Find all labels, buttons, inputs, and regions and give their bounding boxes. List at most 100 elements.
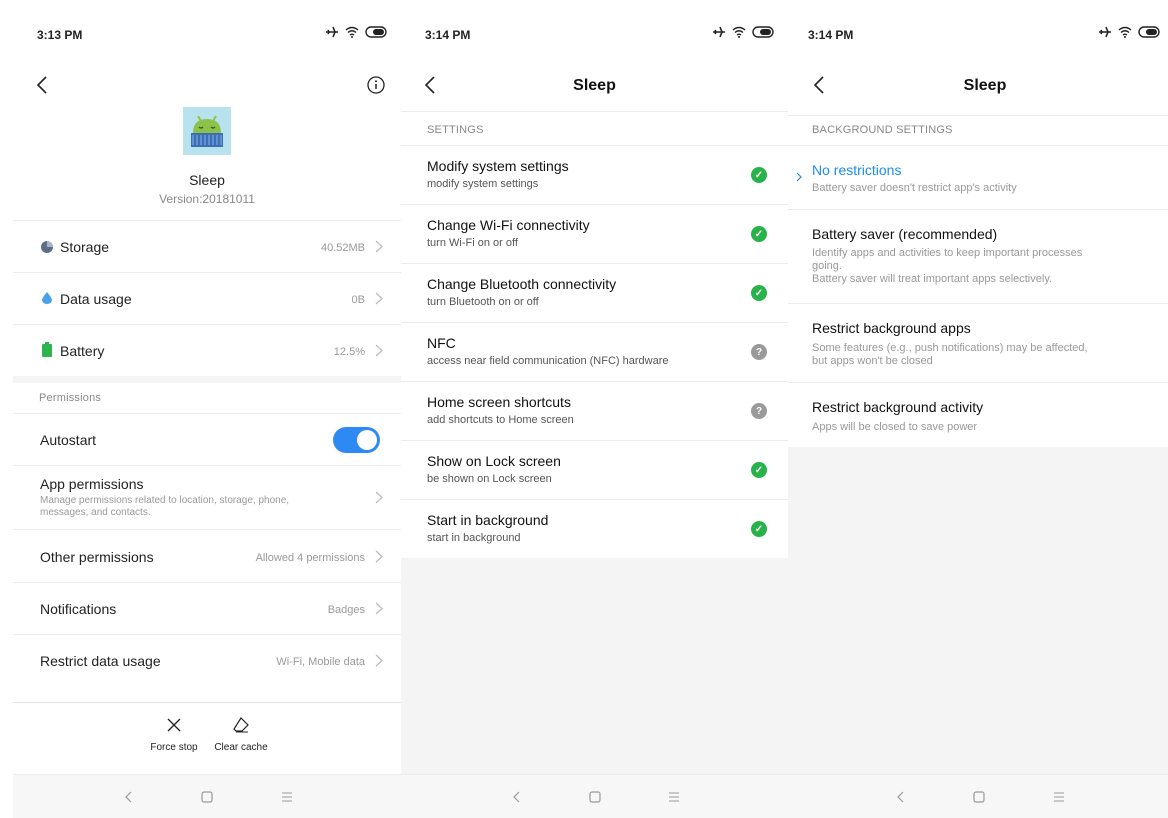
permission-item[interactable]: Show on Lock screen be shown on Lock scr…: [401, 441, 788, 499]
status-icons: [325, 26, 387, 38]
wifi-icon: [345, 26, 359, 38]
battery-icon: [42, 342, 52, 357]
data-usage-value: 0B: [351, 294, 365, 306]
info-button[interactable]: [361, 70, 391, 100]
permission-title: Home screen shortcuts: [427, 394, 571, 410]
section-header: SETTINGS: [427, 124, 484, 136]
clear-cache-button[interactable]: Clear cache: [209, 717, 273, 753]
allowed-check-icon[interactable]: ✓: [751, 226, 767, 242]
nav-back-icon: [897, 791, 904, 803]
permission-item[interactable]: Home screen shortcuts add shortcuts to H…: [401, 382, 788, 440]
autostart-row: Autostart: [13, 414, 401, 465]
top-bar: Sleep: [401, 64, 788, 112]
app-name: Sleep: [189, 172, 225, 188]
divider: [13, 702, 401, 703]
status-time: 3:13 PM: [37, 28, 83, 42]
permission-item[interactable]: Change Wi-Fi connectivity turn Wi-Fi on …: [401, 205, 788, 263]
chevron-right-icon: [375, 292, 383, 305]
allowed-check-icon[interactable]: ✓: [751, 521, 767, 537]
option-title: No restrictions: [812, 162, 902, 178]
wifi-icon: [732, 26, 746, 38]
battery-label: Battery: [60, 343, 105, 359]
autostart-label: Autostart: [40, 432, 97, 448]
airplane-mode-icon: [713, 26, 725, 38]
status-icons: [712, 26, 774, 38]
permission-subtitle: turn Bluetooth on or off: [427, 296, 539, 308]
permission-subtitle: add shortcuts to Home screen: [427, 414, 574, 426]
settings-permissions-screen: 3:14 PM Sleep SETTINGS Modify system set…: [401, 12, 788, 818]
data-usage-row[interactable]: Data usage 0B: [13, 273, 401, 324]
option-restrict-background-activity[interactable]: Restrict background activity Apps will b…: [788, 383, 1168, 447]
nav-home-button[interactable]: [197, 787, 217, 807]
status-bar: 3:13 PM: [13, 12, 401, 56]
section-header: BACKGROUND SETTINGS: [812, 124, 953, 136]
nav-menu-icon: [1054, 792, 1064, 802]
top-bar: [13, 64, 401, 112]
allowed-check-icon[interactable]: ✓: [751, 462, 767, 478]
restrict-data-label: Restrict data usage: [40, 653, 161, 669]
nav-home-button[interactable]: [969, 787, 989, 807]
nav-back-icon: [125, 791, 132, 803]
nav-home-icon: [201, 791, 213, 803]
nav-back-button[interactable]: [506, 787, 526, 807]
divider: [788, 115, 1168, 116]
empty-area: [788, 447, 1168, 774]
permissions-header: Permissions: [39, 392, 102, 404]
other-permissions-row[interactable]: Other permissions Allowed 4 permissions: [13, 530, 401, 582]
status-icons: [1098, 26, 1160, 38]
nav-home-button[interactable]: [585, 787, 605, 807]
chevron-right-icon: [375, 654, 383, 667]
wifi-icon: [1118, 26, 1132, 38]
notifications-value: Badges: [327, 604, 365, 616]
battery-row[interactable]: Battery 12.5%: [13, 325, 401, 376]
option-restrict-background-apps[interactable]: Restrict background apps Some features (…: [788, 304, 1168, 382]
permission-item[interactable]: NFC access near field communication (NFC…: [401, 323, 788, 381]
nav-menu-button[interactable]: [277, 787, 297, 807]
permission-item[interactable]: Start in background start in background …: [401, 500, 788, 558]
nav-back-button[interactable]: [890, 787, 910, 807]
permission-subtitle: be shown on Lock screen: [427, 473, 552, 485]
chevron-right-icon: [375, 344, 383, 357]
back-button[interactable]: [27, 70, 57, 100]
nav-back-button[interactable]: [118, 787, 138, 807]
permission-item[interactable]: Modify system settings modify system set…: [401, 146, 788, 204]
eraser-icon: [233, 717, 249, 733]
allowed-check-icon[interactable]: ✓: [751, 167, 767, 183]
option-description: Some features (e.g., push notifications)…: [812, 342, 1088, 354]
permission-title: Show on Lock screen: [427, 453, 561, 469]
nav-home-icon: [973, 791, 985, 803]
autostart-toggle[interactable]: [333, 427, 380, 453]
option-description: going.: [812, 260, 842, 272]
storage-label: Storage: [60, 239, 110, 255]
storage-row[interactable]: Storage 40.52MB: [13, 221, 401, 272]
permission-subtitle: turn Wi-Fi on or off: [427, 237, 518, 249]
permission-item[interactable]: Change Bluetooth connectivity turn Bluet…: [401, 264, 788, 322]
app-permissions-label: App permissions: [40, 476, 144, 492]
notifications-row[interactable]: Notifications Badges: [13, 583, 401, 634]
page-title: Sleep: [963, 77, 1007, 94]
option-description: Battery saver doesn't restrict app's act…: [812, 182, 1017, 194]
nav-menu-button[interactable]: [664, 787, 684, 807]
battery-status-icon: [365, 26, 387, 38]
force-stop-button[interactable]: Force stop: [144, 717, 204, 753]
nav-menu-icon: [282, 792, 292, 802]
close-icon: [167, 718, 181, 732]
option-no-restrictions[interactable]: No restrictions Battery saver doesn't re…: [788, 146, 1168, 209]
allowed-check-icon[interactable]: ✓: [751, 285, 767, 301]
storage-value: 40.52MB: [320, 242, 365, 254]
option-battery-saver[interactable]: Battery saver (recommended) Identify app…: [788, 210, 1168, 303]
pie-chart-icon: [41, 241, 53, 253]
battery-value: 12.5%: [333, 346, 365, 358]
app-permissions-row[interactable]: App permissions Manage permissions relat…: [13, 466, 401, 529]
permission-subtitle: access near field communication (NFC) ha…: [427, 355, 669, 367]
option-title: Restrict background apps: [812, 320, 971, 336]
water-drop-icon: [42, 292, 52, 304]
option-description: but apps won't be closed: [812, 355, 933, 367]
navigation-bar: [13, 774, 401, 818]
airplane-mode-icon: [326, 26, 338, 38]
nav-back-icon: [513, 791, 520, 803]
nav-menu-button[interactable]: [1049, 787, 1069, 807]
restrict-data-row[interactable]: Restrict data usage Wi-Fi, Mobile data: [13, 635, 401, 686]
ask-question-icon[interactable]: ?: [751, 344, 767, 360]
ask-question-icon[interactable]: ?: [751, 403, 767, 419]
